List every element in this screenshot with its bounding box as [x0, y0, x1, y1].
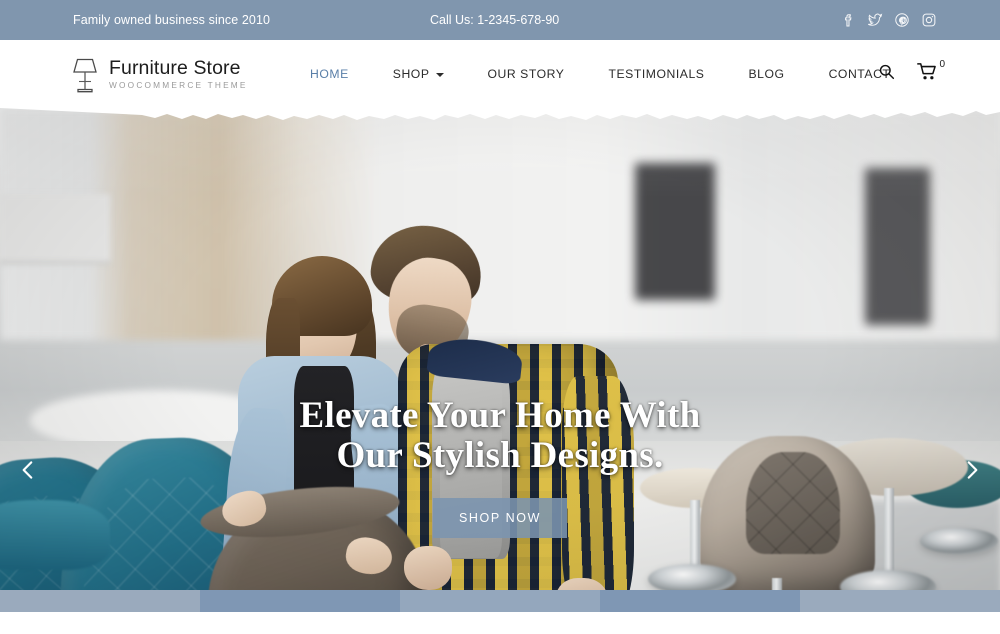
table-lamp-icon [70, 55, 100, 93]
service-cell[interactable] [200, 590, 400, 612]
service-cell[interactable] [400, 590, 600, 612]
nav-label-shop: SHOP [392, 67, 430, 81]
logo-subtitle: WOOCOMMERCE THEME [109, 80, 248, 91]
twitter-icon[interactable] [866, 11, 884, 29]
nav-label-our-story: OUR STORY [487, 67, 565, 81]
header-tools: 0 [878, 59, 945, 86]
nav-item-our-story[interactable]: OUR STORY [466, 67, 587, 81]
top-announcement-bar: Family owned business since 2010 Call Us… [0, 0, 1000, 40]
instagram-icon[interactable] [920, 11, 938, 29]
service-feature-strip [0, 590, 1000, 612]
service-cell[interactable] [600, 590, 800, 612]
hero-carousel: Elevate Your Home With Our Stylish Desig… [0, 108, 1000, 612]
social-links [839, 11, 938, 29]
search-icon[interactable] [878, 63, 895, 85]
nav-label-home: HOME [310, 67, 349, 81]
chevron-down-icon [435, 73, 444, 77]
carousel-prev-arrow[interactable] [6, 448, 50, 492]
logo-title: Furniture Store [109, 56, 241, 79]
tagline-text: Family owned business since 2010 [73, 13, 271, 27]
cart-count-badge: 0 [939, 59, 945, 70]
pinterest-icon[interactable] [893, 11, 911, 29]
cart-button[interactable]: 0 [917, 59, 945, 86]
carousel-next-arrow[interactable] [950, 448, 994, 492]
nav-item-shop[interactable]: SHOP [371, 67, 466, 81]
main-navigation: HOME SHOP OUR STORY TESTIMONIALS BLOG CO… [288, 67, 912, 81]
facebook-icon[interactable] [839, 11, 857, 29]
nav-label-testimonials: TESTIMONIALS [608, 67, 705, 81]
service-cell[interactable] [0, 590, 200, 612]
shopping-cart-icon [917, 62, 938, 86]
nav-item-home[interactable]: HOME [288, 67, 371, 81]
site-header: Furniture Store WOOCOMMERCE THEME HOME S… [0, 40, 1000, 108]
nav-item-testimonials[interactable]: TESTIMONIALS [586, 67, 726, 81]
hero-caption: Elevate Your Home With Our Stylish Desig… [0, 396, 1000, 538]
nav-label-blog: BLOG [748, 67, 785, 81]
service-cell[interactable] [800, 590, 1000, 612]
phone-text: Call Us: 1-2345-678-90 [430, 13, 560, 27]
site-logo[interactable]: Furniture Store WOOCOMMERCE THEME [70, 55, 248, 93]
shop-now-button[interactable]: SHOP NOW [433, 497, 567, 538]
nav-item-blog[interactable]: BLOG [726, 67, 806, 81]
hero-title: Elevate Your Home With Our Stylish Desig… [299, 395, 701, 476]
